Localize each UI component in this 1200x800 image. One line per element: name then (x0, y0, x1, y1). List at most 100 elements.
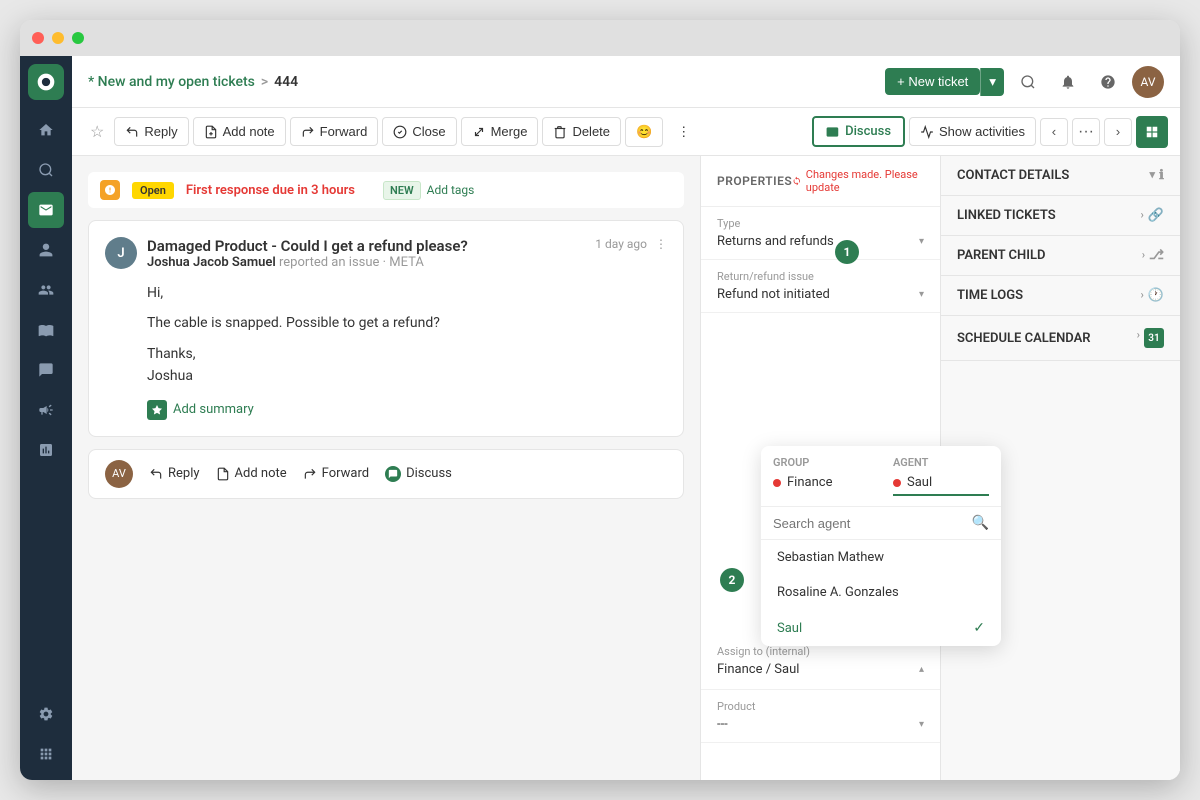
sidebar-item-reports[interactable] (28, 432, 64, 468)
ticket-panel: Open First response due in 3 hours NEW A… (72, 156, 700, 780)
global-search-button[interactable] (1012, 66, 1044, 98)
more-nav-button[interactable]: ··· (1072, 118, 1100, 146)
assign-label: Assign to (internal) (717, 645, 924, 658)
refund-label: Return/refund issue (717, 270, 924, 283)
top-bar-actions: + New ticket ▾ AV (885, 66, 1164, 98)
properties-panel: PROPERTIES Changes made. Please update T… (701, 156, 941, 780)
chevron-down-icon: ▾ (1150, 168, 1156, 183)
new-ticket-dropdown-button[interactable]: ▾ (980, 68, 1004, 96)
message-time: 1 day ago ⋮ (595, 237, 667, 251)
sidebar-item-contacts[interactable] (28, 232, 64, 268)
agent-search-input[interactable] (773, 516, 941, 531)
sidebar-item-books[interactable] (28, 312, 64, 348)
close-button[interactable] (32, 32, 44, 44)
agent-dot (893, 479, 901, 487)
info-icon[interactable]: ℹ (1159, 168, 1164, 183)
parent-child-header[interactable]: PARENT CHILD › ⎇ (941, 236, 1180, 275)
group-col: GROUP Finance (761, 446, 881, 507)
sidebar-item-inbox[interactable] (28, 192, 64, 228)
help-button[interactable] (1092, 66, 1124, 98)
agent-search-field: 🔍 (761, 507, 941, 540)
sidebar-item-settings[interactable] (28, 696, 64, 732)
new-ticket-button[interactable]: + New ticket (885, 68, 980, 95)
discuss-tab[interactable]: Discuss (812, 116, 905, 147)
message-more-icon[interactable]: ⋮ (655, 237, 667, 251)
contact-details-header[interactable]: CONTACT DETAILS ▾ ℹ (941, 156, 1180, 195)
layout-toggle-button[interactable] (1136, 116, 1168, 148)
delete-button[interactable]: Delete (542, 117, 621, 146)
show-activities-label: Show activities (939, 124, 1025, 139)
ai-icon (147, 400, 167, 420)
merge-button[interactable]: Merge (461, 117, 539, 146)
sidebar-item-grid[interactable] (28, 736, 64, 772)
sidebar (20, 56, 72, 780)
logo[interactable] (28, 64, 64, 100)
discuss-label: Discuss (845, 124, 891, 139)
reply-button[interactable]: Reply (114, 117, 188, 146)
properties-title: PROPERTIES (717, 174, 792, 188)
minimize-button[interactable] (52, 32, 64, 44)
group-dot (773, 479, 781, 487)
action-bar-right: Discuss Show activities ‹ ··· › (812, 116, 1168, 148)
reply-label: Reply (144, 124, 177, 139)
reply-action-button[interactable]: Reply (149, 466, 200, 481)
clock-icon[interactable]: 🕐 (1148, 288, 1164, 303)
assign-value[interactable]: Finance / Saul (717, 662, 924, 677)
type-field: Type Returns and refunds (701, 207, 940, 260)
next-ticket-button[interactable]: › (1104, 118, 1132, 146)
new-ticket-label: + New ticket (897, 74, 968, 89)
chevron-right-icon-4: › (1137, 328, 1140, 348)
sidebar-item-search[interactable] (28, 152, 64, 188)
agent-col: AGENT Saul (881, 446, 941, 507)
link-icon[interactable]: 🔗 (1148, 208, 1164, 223)
breadcrumb: * New and my open tickets > 444 (88, 74, 298, 90)
sidebar-item-team[interactable] (28, 272, 64, 308)
calendar-icon[interactable]: 31 (1144, 328, 1164, 348)
forward-action-button[interactable]: Forward (303, 466, 369, 481)
discuss-action-button[interactable]: Discuss (385, 466, 452, 482)
maximize-button[interactable] (72, 32, 84, 44)
time-logs-section: TIME LOGS › 🕐 (941, 276, 1180, 316)
schedule-header[interactable]: SCHEDULE CALENDAR › 31 (941, 316, 1180, 360)
refund-value[interactable]: Refund not initiated (717, 287, 924, 302)
type-value[interactable]: Returns and refunds (717, 234, 924, 249)
emoji-button[interactable]: 😊 (625, 117, 663, 147)
message-body: Hi, The cable is snapped. Possible to ge… (105, 282, 667, 388)
message-author: Joshua Jacob Samuel reported an issue · … (147, 255, 585, 270)
response-due: First response due in 3 hours (186, 183, 355, 198)
user-avatar[interactable]: AV (1132, 66, 1164, 98)
add-summary-button[interactable]: Add summary (105, 400, 667, 420)
breadcrumb-link[interactable]: * New and my open tickets (88, 74, 255, 90)
agent-item-1[interactable]: Rosaline A. Gonzales (761, 575, 941, 610)
time-logs-header[interactable]: TIME LOGS › 🕐 (941, 276, 1180, 315)
sidebar-item-home[interactable] (28, 112, 64, 148)
message-card: J Damaged Product - Could I get a refund… (88, 220, 684, 437)
close-button[interactable]: Close (382, 117, 456, 146)
agent-item-2[interactable]: Saul ✓ (761, 610, 941, 646)
type-label: Type (717, 217, 924, 230)
star-button[interactable]: ☆ (84, 116, 110, 148)
group-value: Finance (773, 475, 869, 490)
prev-ticket-button[interactable]: ‹ (1040, 118, 1068, 146)
delete-label: Delete (572, 124, 610, 139)
add-note-action-button[interactable]: Add note (216, 466, 287, 481)
add-tags-link[interactable]: Add tags (427, 183, 475, 197)
product-value[interactable]: --- (717, 717, 924, 732)
show-activities-button[interactable]: Show activities (909, 117, 1036, 146)
agent-item-0[interactable]: Sebastian Mathew (761, 540, 941, 575)
linked-tickets-header[interactable]: LINKED TICKETS › 🔗 (941, 196, 1180, 235)
more-button[interactable]: ⋮ (667, 118, 700, 146)
chevron-right-icon: › (1140, 208, 1143, 223)
action-bar: ☆ Reply Add note Forward Close (72, 108, 1180, 156)
app-window: * New and my open tickets > 444 + New ti… (20, 20, 1180, 780)
forward-button[interactable]: Forward (290, 117, 379, 146)
sidebar-item-campaign[interactable] (28, 392, 64, 428)
message-title: Damaged Product - Could I get a refund p… (147, 237, 585, 255)
add-note-button[interactable]: Add note (193, 117, 286, 146)
sidebar-item-chat[interactable] (28, 352, 64, 388)
agent-label: AGENT (893, 456, 941, 469)
notifications-button[interactable] (1052, 66, 1084, 98)
hierarchy-icon[interactable]: ⎇ (1149, 248, 1164, 263)
add-summary-label: Add summary (173, 402, 254, 417)
time-logs-icons: › 🕐 (1140, 288, 1164, 303)
